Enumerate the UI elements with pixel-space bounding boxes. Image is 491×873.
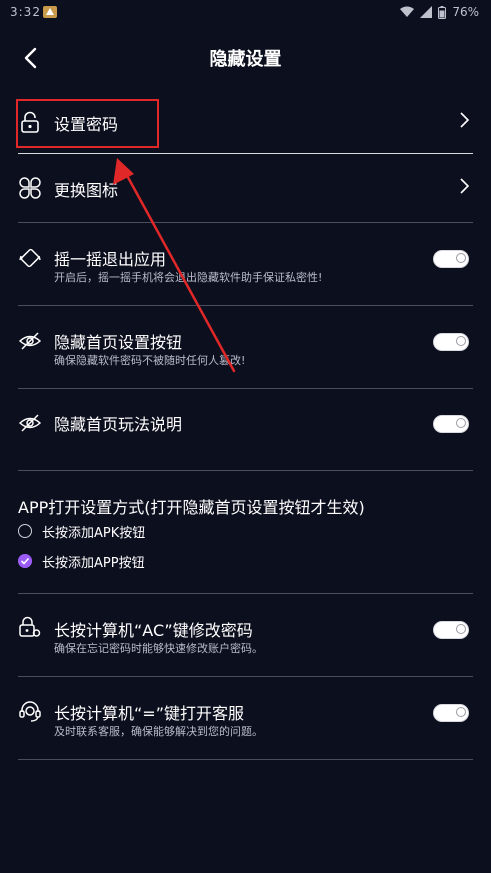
row-subtitle: 及时联系客服，确保能够解决到您的问题。 [54,725,263,738]
divider [18,222,473,223]
battery-percent: 76% [452,5,479,19]
divider [18,470,473,471]
chevron-right-icon [460,178,470,194]
row-title: 更换图标 [54,181,119,200]
toggle-knob [456,336,466,346]
headset-icon [19,701,41,722]
row-hide-settings-button: 隐藏首页设置按钮 确保隐藏软件密码不被随时任何人篡改! [18,326,473,370]
row-hide-instructions: 隐藏首页玩法说明 [18,408,473,440]
row-title: 长按计算机“=”键打开客服 [54,704,244,723]
divider [18,759,473,760]
app-notification-icon [43,6,57,18]
toggle-knob [456,418,466,428]
row-change-icon[interactable]: 更换图标 [18,172,473,208]
battery-icon [438,5,447,19]
row-subtitle: 开启后，摇一摇手机将会退出隐藏软件助手保证私密性! [54,271,323,284]
header: 隐藏设置 [0,36,491,80]
radio-option-apk[interactable]: 长按添加APK按钮 [18,521,318,543]
divider [18,593,473,594]
chevron-right-icon [460,112,470,128]
divider [18,305,473,306]
divider [18,153,473,154]
row-subtitle: 确保在忘记密码时能够快速修改账户密码。 [54,642,263,655]
row-title: 隐藏首页设置按钮 [54,333,183,352]
wifi-icon [400,6,415,17]
toggle-knob [456,624,466,634]
row-shake-exit: 摇一摇退出应用 开启后，摇一摇手机将会退出隐藏软件助手保证私密性! [18,242,473,286]
hide-settings-button-toggle[interactable] [433,333,469,351]
row-title: 长按计算机“AC”键修改密码 [54,621,253,640]
signal-icon [420,6,433,18]
radio-label: 长按添加APP按钮 [42,556,145,571]
status-time: 3:32 [10,5,41,19]
radio-checked-icon [18,554,32,568]
page-title: 隐藏设置 [209,49,282,70]
eye-off-icon [18,414,42,432]
section-title: APP打开设置方式(打开隐藏首页设置按钮才生效) [18,498,365,517]
toggle-knob [456,253,466,263]
row-title: 摇一摇退出应用 [54,250,167,269]
status-indicators: 76% [400,5,479,19]
radio-option-app[interactable]: 长按添加APP按钮 [18,551,318,573]
radio-unchecked-icon [18,524,32,538]
eye-off-icon [18,332,42,350]
row-ac-key-password: 长按计算机“AC”键修改密码 确保在忘记密码时能够快速修改账户密码。 [18,614,473,658]
radio-label: 长按添加APK按钮 [42,526,146,541]
grid-icon [19,177,41,199]
hide-instructions-toggle[interactable] [433,415,469,433]
row-title: 隐藏首页玩法说明 [54,415,183,434]
row-subtitle: 确保隐藏软件密码不被随时任何人篡改! [54,354,246,367]
lock-gear-icon [19,616,41,637]
equal-key-toggle[interactable] [433,704,469,722]
annotation-highlight-box [16,99,159,148]
shake-icon [19,248,41,268]
row-equal-key-service: 长按计算机“=”键打开客服 及时联系客服，确保能够解决到您的问题。 [18,697,473,741]
divider [18,676,473,677]
divider [18,388,473,389]
shake-exit-toggle[interactable] [433,250,469,268]
status-bar: 3:32 76% [0,0,491,26]
toggle-knob [456,707,466,717]
ac-key-toggle[interactable] [433,621,469,639]
